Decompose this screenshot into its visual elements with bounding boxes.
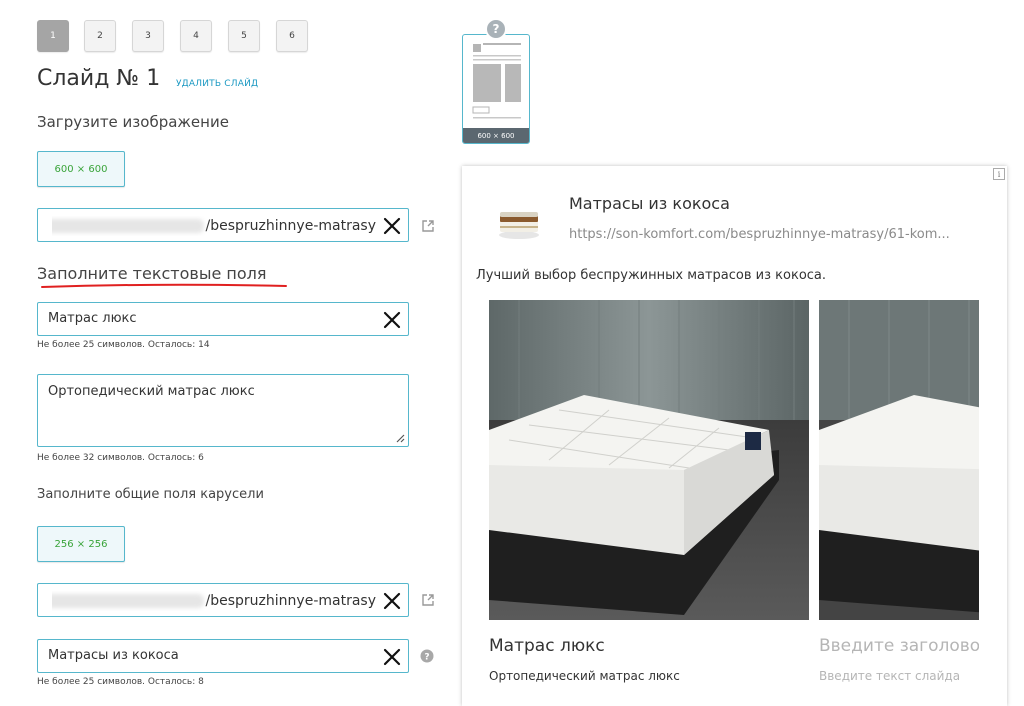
carousel-title-value: Матрасы из кокоса bbox=[48, 648, 179, 663]
redacted-host bbox=[52, 594, 204, 608]
carousel-url-value: /bespruzhinnye-matrasy bbox=[205, 593, 376, 609]
slide-title-hint: Не более 25 символов. Осталось: 14 bbox=[37, 340, 210, 350]
help-icon[interactable]: ? bbox=[420, 649, 434, 663]
text-fields-label: Заполните текстовые поля bbox=[37, 264, 267, 283]
delete-slide-link[interactable]: удалить слайд bbox=[176, 79, 258, 89]
svg-text:?: ? bbox=[424, 653, 429, 663]
slide-text-value: Ортопедический матрас люкс bbox=[48, 384, 255, 399]
slide-title-field[interactable]: Матрас люкс bbox=[37, 302, 409, 336]
layout-thumbnail[interactable]: 600 × 600 bbox=[462, 34, 530, 144]
ad-title: Матрасы из кокоса bbox=[569, 194, 730, 213]
slide-1-title: Матрас люкс bbox=[489, 636, 605, 656]
product-logo-image bbox=[499, 212, 539, 239]
slide-tab-3[interactable]: 3 bbox=[132, 20, 164, 52]
slide-tab-2[interactable]: 2 bbox=[84, 20, 116, 52]
red-underline-annotation bbox=[41, 283, 287, 288]
slide-url-value: /bespruzhinnye-matrasy bbox=[205, 218, 376, 234]
carousel-title-field[interactable]: Матрасы из кокоса bbox=[37, 639, 409, 673]
clear-icon[interactable] bbox=[382, 591, 402, 611]
thumbnail-size-label: 600 × 600 bbox=[463, 128, 529, 143]
carousel-size-button[interactable]: 256 × 256 bbox=[37, 526, 125, 562]
ad-preview-card: i Матрасы из кокоса https://son-komfort.… bbox=[462, 166, 1007, 706]
upload-image-label: Загрузите изображение bbox=[37, 113, 229, 131]
slide-1-text: Ортопедический матрас люкс bbox=[489, 669, 680, 683]
carousel-url-field[interactable]: /bespruzhinnye-matrasy bbox=[37, 583, 409, 617]
slide-tab-1[interactable]: 1 bbox=[37, 20, 69, 52]
info-icon[interactable]: i bbox=[993, 168, 1005, 180]
redacted-host bbox=[52, 219, 204, 233]
slide-tab-5[interactable]: 5 bbox=[228, 20, 260, 52]
slide-2-title-placeholder: Введите заголовок bbox=[819, 636, 979, 656]
slide-tab-4[interactable]: 4 bbox=[180, 20, 212, 52]
slide-2-text-placeholder: Введите текст слайда bbox=[819, 669, 961, 683]
clear-icon[interactable] bbox=[382, 310, 402, 330]
layout-thumbnail-icon bbox=[472, 43, 521, 119]
carousel-fields-label: Заполните общие поля карусели bbox=[37, 487, 264, 502]
clear-icon[interactable] bbox=[382, 647, 402, 667]
image-size-button[interactable]: 600 × 600 bbox=[37, 151, 125, 187]
slide-text-field[interactable]: Ортопедический матрас люкс bbox=[37, 374, 409, 447]
help-icon[interactable]: ? bbox=[485, 18, 507, 40]
clear-icon[interactable] bbox=[382, 216, 402, 236]
external-link-icon[interactable] bbox=[421, 219, 435, 233]
external-link-icon[interactable] bbox=[421, 593, 435, 607]
slide-1-image bbox=[489, 300, 809, 620]
ad-description: Лучший выбор беспружинных матрасов из ко… bbox=[476, 268, 827, 283]
slide-title: Слайд № 1 bbox=[37, 66, 161, 91]
slide-url-field[interactable]: /bespruzhinnye-matrasy bbox=[37, 208, 409, 242]
ad-url[interactable]: https://son-komfort.com/bespruzhinnye-ma… bbox=[569, 227, 950, 242]
slide-tab-6[interactable]: 6 bbox=[276, 20, 308, 52]
carousel-title-hint: Не более 25 символов. Осталось: 8 bbox=[37, 677, 204, 687]
resize-handle-icon[interactable] bbox=[396, 434, 405, 443]
slide-text-hint: Не более 32 символов. Осталось: 6 bbox=[37, 453, 204, 463]
slide-2-image bbox=[819, 300, 979, 620]
slide-title-value: Матрас люкс bbox=[48, 311, 137, 326]
